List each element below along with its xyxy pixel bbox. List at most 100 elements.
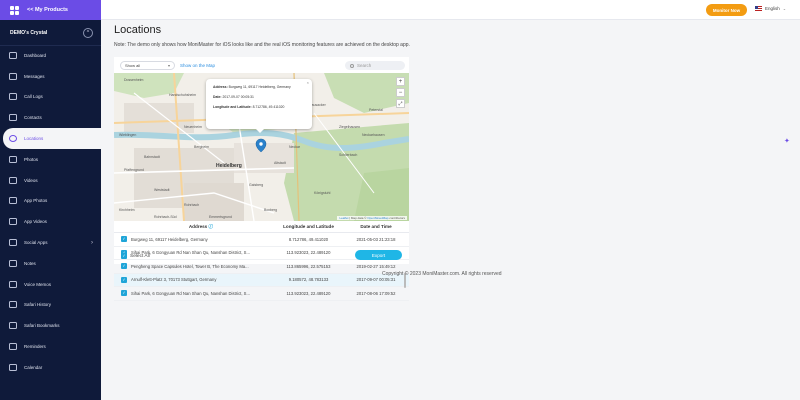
search-input[interactable]: Search xyxy=(345,61,405,70)
table-row[interactable]: ✓ Pengheng Space Capsules Hotel, Tower B,… xyxy=(114,260,409,274)
sidebar-item-label: Videos xyxy=(24,177,38,183)
sidebar-item-safari-bookmarks[interactable]: Safari Bookmarks xyxy=(0,315,101,336)
page-title: Locations xyxy=(114,24,162,36)
header-address-label: Address xyxy=(188,223,208,229)
fullscreen-icon[interactable]: ⤢ xyxy=(396,99,405,108)
table-scrollbar[interactable] xyxy=(404,233,406,293)
map-label-bergheim: Bergheim xyxy=(194,145,209,149)
sidebar-item-label: Contacts xyxy=(24,115,42,121)
sidebar-item-calendar[interactable]: Calendar xyxy=(0,357,101,378)
search-placeholder: Search xyxy=(357,63,372,68)
sidebar-item-label: Voice Memos xyxy=(24,281,52,287)
row-address: Sihai Park, 6 Gongyuan Rd Nan Shan Qu, N… xyxy=(131,250,250,256)
locations-toolbar: Show all ▾ Show on the Map Search xyxy=(114,57,409,73)
us-flag-icon xyxy=(755,6,762,11)
sidebar-item-dashboard[interactable]: Dashboard xyxy=(0,45,101,66)
row-address: Sihai Park, 6 Gongyuan Rd Nan Shan Qu, N… xyxy=(131,290,250,296)
zoom-out-button[interactable]: − xyxy=(396,88,405,97)
sidebar-item-safari-history[interactable]: Safari History xyxy=(0,295,101,316)
select-all-checkbox[interactable]: ✓ xyxy=(121,253,127,259)
sidebar-item-app-photos[interactable]: App Photos xyxy=(0,191,101,212)
my-products-label: << My Products xyxy=(27,7,68,13)
chevron-up-icon[interactable]: ⌃ xyxy=(83,27,93,38)
row-checkbox[interactable]: ✓ xyxy=(121,290,127,297)
sidebar-item-call-logs[interactable]: Call Logs xyxy=(0,87,101,108)
map-view[interactable]: Heidelberg Altstadt Neuenheim Handschuhshei… xyxy=(114,73,409,221)
sidebar-item-photos[interactable]: Photos xyxy=(0,149,101,170)
monitor-now-button[interactable]: Monitor Now xyxy=(706,4,747,16)
filter-value: Show all xyxy=(125,63,141,68)
sidebar-item-contacts[interactable]: Contacts xyxy=(0,107,101,128)
select-all-label: Select All xyxy=(130,253,150,259)
row-coords: 113.923023, 22.489120 xyxy=(286,290,331,296)
row-checkbox[interactable]: ✓ xyxy=(121,263,127,270)
row-date: 2021-05-03 21:23:18 xyxy=(356,236,396,242)
sidebar-item-locations[interactable]: Locations xyxy=(3,128,101,149)
info-icon[interactable]: ⓘ xyxy=(209,224,214,229)
language-selector[interactable]: English ⌄ xyxy=(755,6,786,11)
zoom-in-button[interactable]: + xyxy=(396,77,405,86)
sparkle-icon[interactable]: ✦ xyxy=(784,137,793,146)
safari-bookmarks-icon xyxy=(9,322,17,330)
dashboard-icon xyxy=(9,51,17,59)
table-row[interactable]: ✓ Burgweg 11, 69117 Heidelberg, Germany 8.… xyxy=(114,233,409,247)
app-photos-icon xyxy=(9,197,17,205)
close-icon[interactable]: × xyxy=(307,80,309,86)
select-all[interactable]: ✓ Select All xyxy=(121,253,150,259)
sidebar-item-notes[interactable]: Notes xyxy=(0,253,101,274)
page-note: Note: The demo only shows how MoniMaster… xyxy=(114,42,410,48)
popup-coords: 8.712786, 49.411020 xyxy=(252,104,285,109)
map-label-neuenheim: Neuenheim xyxy=(184,125,202,129)
sidebar-item-voice-memos[interactable]: Voice Memos xyxy=(0,274,101,295)
sidebar-item-social-apps[interactable]: Social Apps › xyxy=(0,232,101,253)
map-label-peterstal: Peterstal xyxy=(369,108,383,112)
device-selector[interactable]: DEMO's Crystal ⌃ xyxy=(0,20,101,46)
safari-history-icon xyxy=(9,301,17,309)
map-label-wieblingen: Wieblingen xyxy=(119,133,137,137)
sidebar-item-label: Messages xyxy=(24,73,45,79)
map-label-neckarhausen: Neckarhausen xyxy=(362,133,385,137)
map-label-rohrbach: Rohrbach xyxy=(184,203,200,207)
map-label-dossenheim: Dossenheim xyxy=(124,78,144,82)
table-header: Address ⓘ Longitude and Latitude Date an… xyxy=(114,221,409,233)
sidebar-item-videos[interactable]: Videos xyxy=(0,170,101,191)
attribution-text: | Map data © xyxy=(348,216,368,220)
sidebar-item-label: App Photos xyxy=(24,198,48,204)
osm-link[interactable]: OpenStreetMap xyxy=(367,216,388,220)
chevron-down-icon: ⌄ xyxy=(782,6,787,11)
notes-icon xyxy=(9,259,17,267)
row-coords: 113.865996, 22.575153 xyxy=(286,263,331,269)
reminders-icon xyxy=(9,343,17,351)
calendar-icon xyxy=(9,363,17,371)
chevron-right-icon: › xyxy=(91,239,93,246)
locations-icon xyxy=(9,135,17,143)
chevron-down-icon: ▾ xyxy=(167,63,170,68)
table-row[interactable]: ✓ Arnulf-Klett-Platz 3, 70173 Stuttgart, … xyxy=(114,273,409,287)
map-label-gaisberg: Gaisberg xyxy=(249,183,264,187)
attribution-contrib: contributors xyxy=(388,216,405,220)
copyright: Copyright © 2023 MoniMaster.com. All rig… xyxy=(382,271,502,277)
map-label-bahnstadt: Bahnstadt xyxy=(144,155,160,159)
popup-coords-label: Longitude and Latitude: xyxy=(213,104,252,109)
sidebar-item-messages[interactable]: Messages xyxy=(0,66,101,87)
popup-date-label: Date: xyxy=(213,94,222,99)
sidebar-item-reminders[interactable]: Reminders xyxy=(0,336,101,357)
show-on-map-link[interactable]: Show on the Map xyxy=(180,63,215,68)
location-popup: × Address: Burgweg 11, 69117 Heidelberg,… xyxy=(206,79,312,133)
export-button[interactable]: Export xyxy=(355,250,402,260)
app-videos-icon xyxy=(9,218,17,226)
header-address: Address ⓘ xyxy=(131,224,271,230)
table-row[interactable]: ✓ Sihai Park, 6 Gongyuan Rd Nan Shan Qu, … xyxy=(114,287,409,301)
row-checkbox[interactable]: ✓ xyxy=(121,236,127,243)
filter-select[interactable]: Show all ▾ xyxy=(120,61,175,70)
map-label-ziegelhausen: Ziegelhausen xyxy=(339,125,361,129)
my-products-link[interactable]: << My Products xyxy=(0,0,101,20)
row-coords: 113.923023, 22.489120 xyxy=(286,250,331,256)
sidebar-item-label: Safari Bookmarks xyxy=(24,323,60,329)
social-apps-icon xyxy=(9,239,17,247)
sidebar-item-label: Calendar xyxy=(24,364,43,370)
sidebar-item-label: App Videos xyxy=(24,219,47,225)
map-label-schlierbach: Schlierbach xyxy=(339,153,358,157)
sidebar-item-app-videos[interactable]: App Videos xyxy=(0,211,101,232)
row-checkbox[interactable]: ✓ xyxy=(121,276,127,283)
